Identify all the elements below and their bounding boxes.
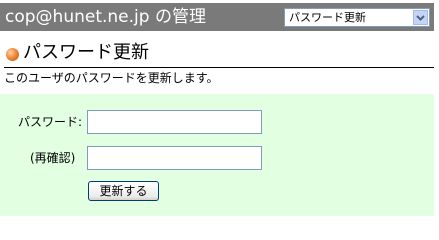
update-button[interactable]: 更新する [88,181,159,201]
header-bar: cop@hunet.ne.jp の管理 パスワード更新 [0,3,434,31]
password-form: パスワード: (再確認) 更新する [0,94,434,216]
chevron-down-icon[interactable] [413,10,428,25]
section-header: パスワード更新 [4,40,434,68]
header-title: cop@hunet.ne.jp の管理 [5,7,206,27]
section-description: このユーザのパスワードを更新します。 [4,71,219,85]
action-select[interactable]: パスワード更新 [284,8,430,27]
password-label: パスワード: [18,115,83,129]
confirm-password-input[interactable] [87,146,262,170]
page: cop@hunet.ne.jp の管理 パスワード更新 パスワード更新 このユー… [0,0,439,219]
action-select-value: パスワード更新 [289,11,366,24]
section-title: パスワード更新 [23,42,149,63]
confirm-label: (再確認) [30,151,76,165]
password-input[interactable] [87,110,262,134]
bullet-icon [6,48,19,61]
